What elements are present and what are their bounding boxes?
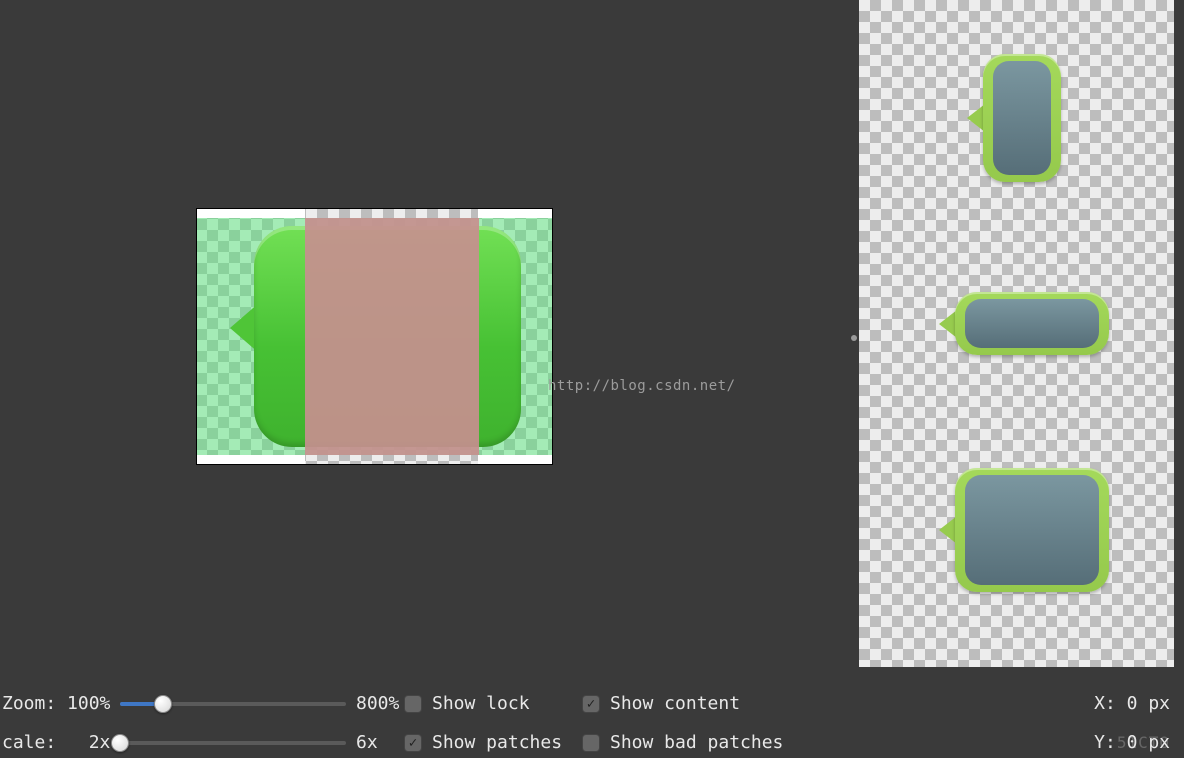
show-bad-patches-label: Show bad patches — [610, 732, 783, 753]
coord-x: X: 0 px — [1094, 693, 1170, 714]
slider-track — [120, 741, 346, 745]
bubble-body-icon — [955, 292, 1109, 355]
show-lock-label: Show lock — [432, 693, 530, 714]
coord-y-row: Y: 0 px 51CTO — [1094, 731, 1170, 754]
show-patches-row: Show patches — [404, 731, 582, 754]
slider-thumb[interactable] — [154, 695, 172, 713]
preview-item — [969, 54, 1061, 182]
show-content-label: Show content — [610, 693, 740, 714]
footer-coords: X: 0 px Y: 0 px 51CTO — [1094, 688, 1184, 758]
editor-pane[interactable]: http://blog.csdn.net/ — [0, 0, 839, 682]
bubble-body-icon — [983, 54, 1061, 182]
zoom-max-label: 800% — [356, 693, 404, 714]
main-area: http://blog.csdn.net/ — [0, 0, 1184, 682]
coord-x-row: X: 0 px — [1094, 692, 1170, 715]
show-content-checkbox[interactable] — [582, 695, 600, 713]
preview-item — [941, 468, 1109, 592]
bubble-body-icon — [955, 468, 1109, 592]
footer-watermark: 51CTO — [1117, 733, 1170, 752]
show-bad-patches-checkbox[interactable] — [582, 734, 600, 752]
show-content-row: Show content — [582, 692, 802, 715]
zoom-row: Zoom: 100% 800% — [0, 692, 404, 715]
preview-items — [859, 0, 1174, 667]
show-patches-checkbox[interactable] — [404, 734, 422, 752]
editor-canvas[interactable] — [196, 208, 553, 465]
pane-divider-handle[interactable] — [851, 335, 857, 341]
footer-sliders: Zoom: 100% 800% cale: 2x 6x — [0, 688, 404, 758]
preview-pane — [839, 0, 1184, 682]
show-patches-label: Show patches — [432, 732, 562, 753]
scale-slider[interactable] — [120, 734, 346, 752]
preview-viewport[interactable] — [859, 0, 1174, 667]
footer-bar: Zoom: 100% 800% cale: 2x 6x — [0, 682, 1184, 758]
slider-thumb[interactable] — [111, 734, 129, 752]
footer-checkboxes-1: Show lock Show patches — [404, 688, 582, 758]
scale-label: cale: 2x — [0, 732, 110, 753]
content-region-overlay — [305, 218, 479, 455]
zoom-slider[interactable] — [120, 695, 346, 713]
zoom-label: Zoom: 100% — [0, 693, 110, 714]
scale-row: cale: 2x 6x — [0, 731, 404, 754]
show-lock-row: Show lock — [404, 692, 582, 715]
footer-checkboxes-2: Show content Show bad patches — [582, 688, 802, 758]
preview-item — [941, 292, 1109, 355]
scale-max-label: 6x — [356, 732, 404, 753]
show-bad-patches-row: Show bad patches — [582, 731, 802, 754]
show-lock-checkbox[interactable] — [404, 695, 422, 713]
app-root: http://blog.csdn.net/ — [0, 0, 1184, 758]
watermark-text: http://blog.csdn.net/ — [548, 378, 736, 394]
